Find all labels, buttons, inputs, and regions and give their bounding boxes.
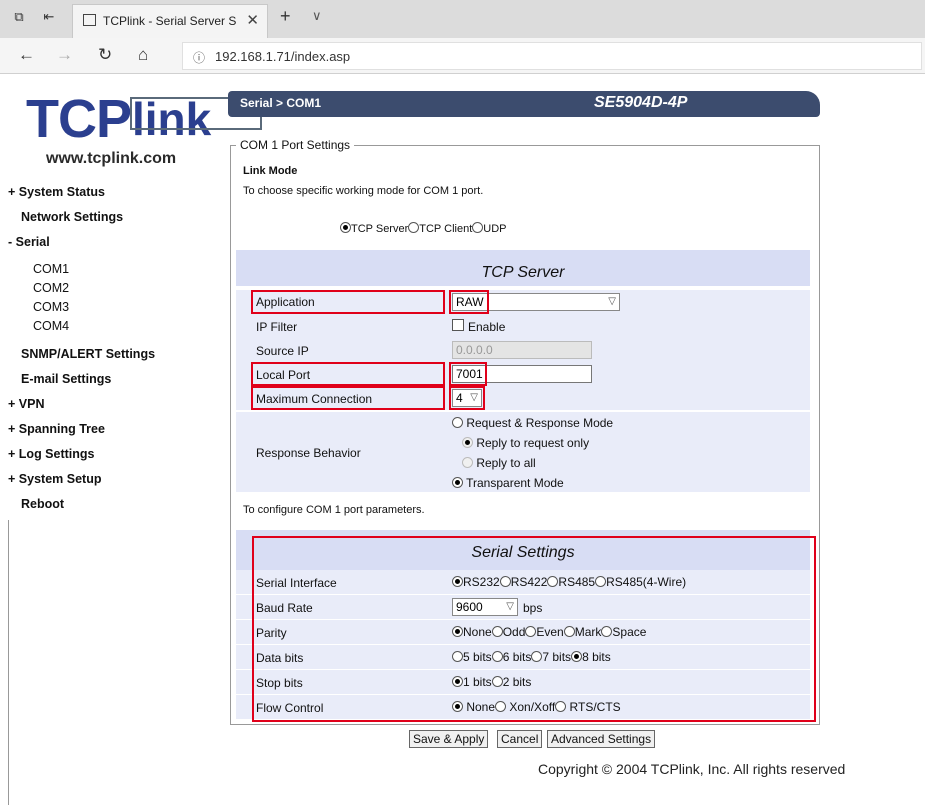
highlight-serial-settings xyxy=(252,536,816,722)
highlight-application-value xyxy=(449,290,489,314)
response-behavior-label: Response Behavior xyxy=(256,446,361,460)
set-aside-tabs-icon[interactable]: ⇤ xyxy=(40,9,58,25)
divider xyxy=(8,520,9,805)
serial-config-note: To configure COM 1 port parameters. xyxy=(243,504,425,516)
highlight-local-port-value xyxy=(449,362,487,386)
source-ip-label: Source IP xyxy=(256,344,309,358)
menu-com1[interactable]: COM1 xyxy=(33,262,69,276)
response-request-mode[interactable]: Request & Response Mode xyxy=(452,416,613,430)
source-ip-input[interactable]: 0.0.0.0 xyxy=(452,341,592,359)
response-reply-all[interactable]: Reply to all xyxy=(462,456,536,470)
chevron-down-icon: ▽ xyxy=(608,296,616,307)
reply-request-only-radio xyxy=(462,437,473,448)
page-icon xyxy=(83,14,96,26)
menu-com3[interactable]: COM3 xyxy=(33,300,69,314)
close-icon[interactable]: ✕ xyxy=(246,11,259,29)
ip-filter-checkbox[interactable] xyxy=(452,319,464,331)
advanced-settings-button[interactable]: Advanced Settings xyxy=(547,730,656,748)
tab-title: TCPlink - Serial Server S xyxy=(103,14,237,28)
row-ip-filter xyxy=(236,314,810,338)
transparent-mode-radio xyxy=(452,477,463,488)
copyright-text: Copyright © 2004 TCPlink, Inc. All right… xyxy=(538,761,846,777)
breadcrumb: Serial > COM1 xyxy=(240,96,322,110)
menu-log-settings[interactable]: + Log Settings xyxy=(8,447,95,461)
menu-email-settings[interactable]: E-mail Settings xyxy=(21,372,111,386)
menu-com4[interactable]: COM4 xyxy=(33,319,69,333)
page-header: Serial > COM1 SE5904D-4P xyxy=(228,91,820,117)
response-transparent-mode[interactable]: Transparent Mode xyxy=(452,476,564,490)
highlight-application-label xyxy=(251,290,445,314)
menu-network-settings[interactable]: Network Settings xyxy=(21,210,123,224)
reply-all-radio xyxy=(462,457,473,468)
ip-filter-label: IP Filter xyxy=(256,320,298,334)
browser-tab[interactable]: TCPlink - Serial Server S ✕ xyxy=(72,4,268,38)
menu-snmp-alert[interactable]: SNMP/ALERT Settings xyxy=(21,347,155,361)
menu-spanning-tree[interactable]: + Spanning Tree xyxy=(8,422,105,436)
menu-com2[interactable]: COM2 xyxy=(33,281,69,295)
save-apply-button[interactable]: Save & Apply xyxy=(409,730,489,748)
menu-reboot[interactable]: Reboot xyxy=(21,497,64,511)
tab-actions-icon[interactable]: ⧉ xyxy=(10,9,28,25)
ip-filter-enable-label: Enable xyxy=(468,320,506,334)
link-mode-title: Link Mode xyxy=(243,165,298,177)
mode-udp-radio[interactable] xyxy=(472,222,484,233)
info-icon[interactable]: ⓘ xyxy=(193,49,205,66)
highlight-local-port-label xyxy=(251,362,445,386)
menu-vpn[interactable]: + VPN xyxy=(8,397,45,411)
highlight-max-connection-label xyxy=(251,386,445,410)
tcp-server-title: TCP Server xyxy=(481,264,565,281)
url-text: 192.168.1.71/index.asp xyxy=(215,49,351,64)
browser-tab-bar: ⧉ ⇤ TCPlink - Serial Server S ✕ + ∨ xyxy=(0,0,925,38)
address-bar: ← → ↻ ⌂ ⓘ 192.168.1.71/index.asp xyxy=(0,38,925,74)
cancel-button[interactable]: Cancel xyxy=(497,730,543,748)
home-icon[interactable]: ⌂ xyxy=(138,45,148,65)
menu-system-setup[interactable]: + System Setup xyxy=(8,472,101,486)
menu-serial[interactable]: - Serial xyxy=(8,235,50,249)
new-tab-icon[interactable]: + xyxy=(280,6,291,27)
mode-tcp-server-radio[interactable] xyxy=(340,222,351,233)
highlight-max-connection-value xyxy=(449,386,485,410)
refresh-icon[interactable]: ↻ xyxy=(98,45,112,65)
forward-icon[interactable]: → xyxy=(56,45,73,65)
request-mode-radio xyxy=(452,417,463,428)
link-mode-desc: To choose specific working mode for COM … xyxy=(243,185,484,197)
logo-tcp: TCP xyxy=(26,89,132,149)
mode-tcp-client-radio[interactable] xyxy=(408,222,420,233)
model-name: SE5904D-4P xyxy=(594,94,688,111)
link-mode-options: TCP Server TCP Client UDP xyxy=(340,222,506,235)
website-text: www.tcplink.com xyxy=(46,150,177,167)
port-settings-legend: COM 1 Port Settings xyxy=(236,138,355,152)
menu-system-status[interactable]: + System Status xyxy=(8,185,105,199)
url-field[interactable]: ⓘ 192.168.1.71/index.asp xyxy=(182,42,922,70)
chevron-down-icon[interactable]: ∨ xyxy=(312,8,322,24)
back-icon[interactable]: ← xyxy=(18,45,35,65)
response-reply-request-only[interactable]: Reply to request only xyxy=(462,436,589,450)
